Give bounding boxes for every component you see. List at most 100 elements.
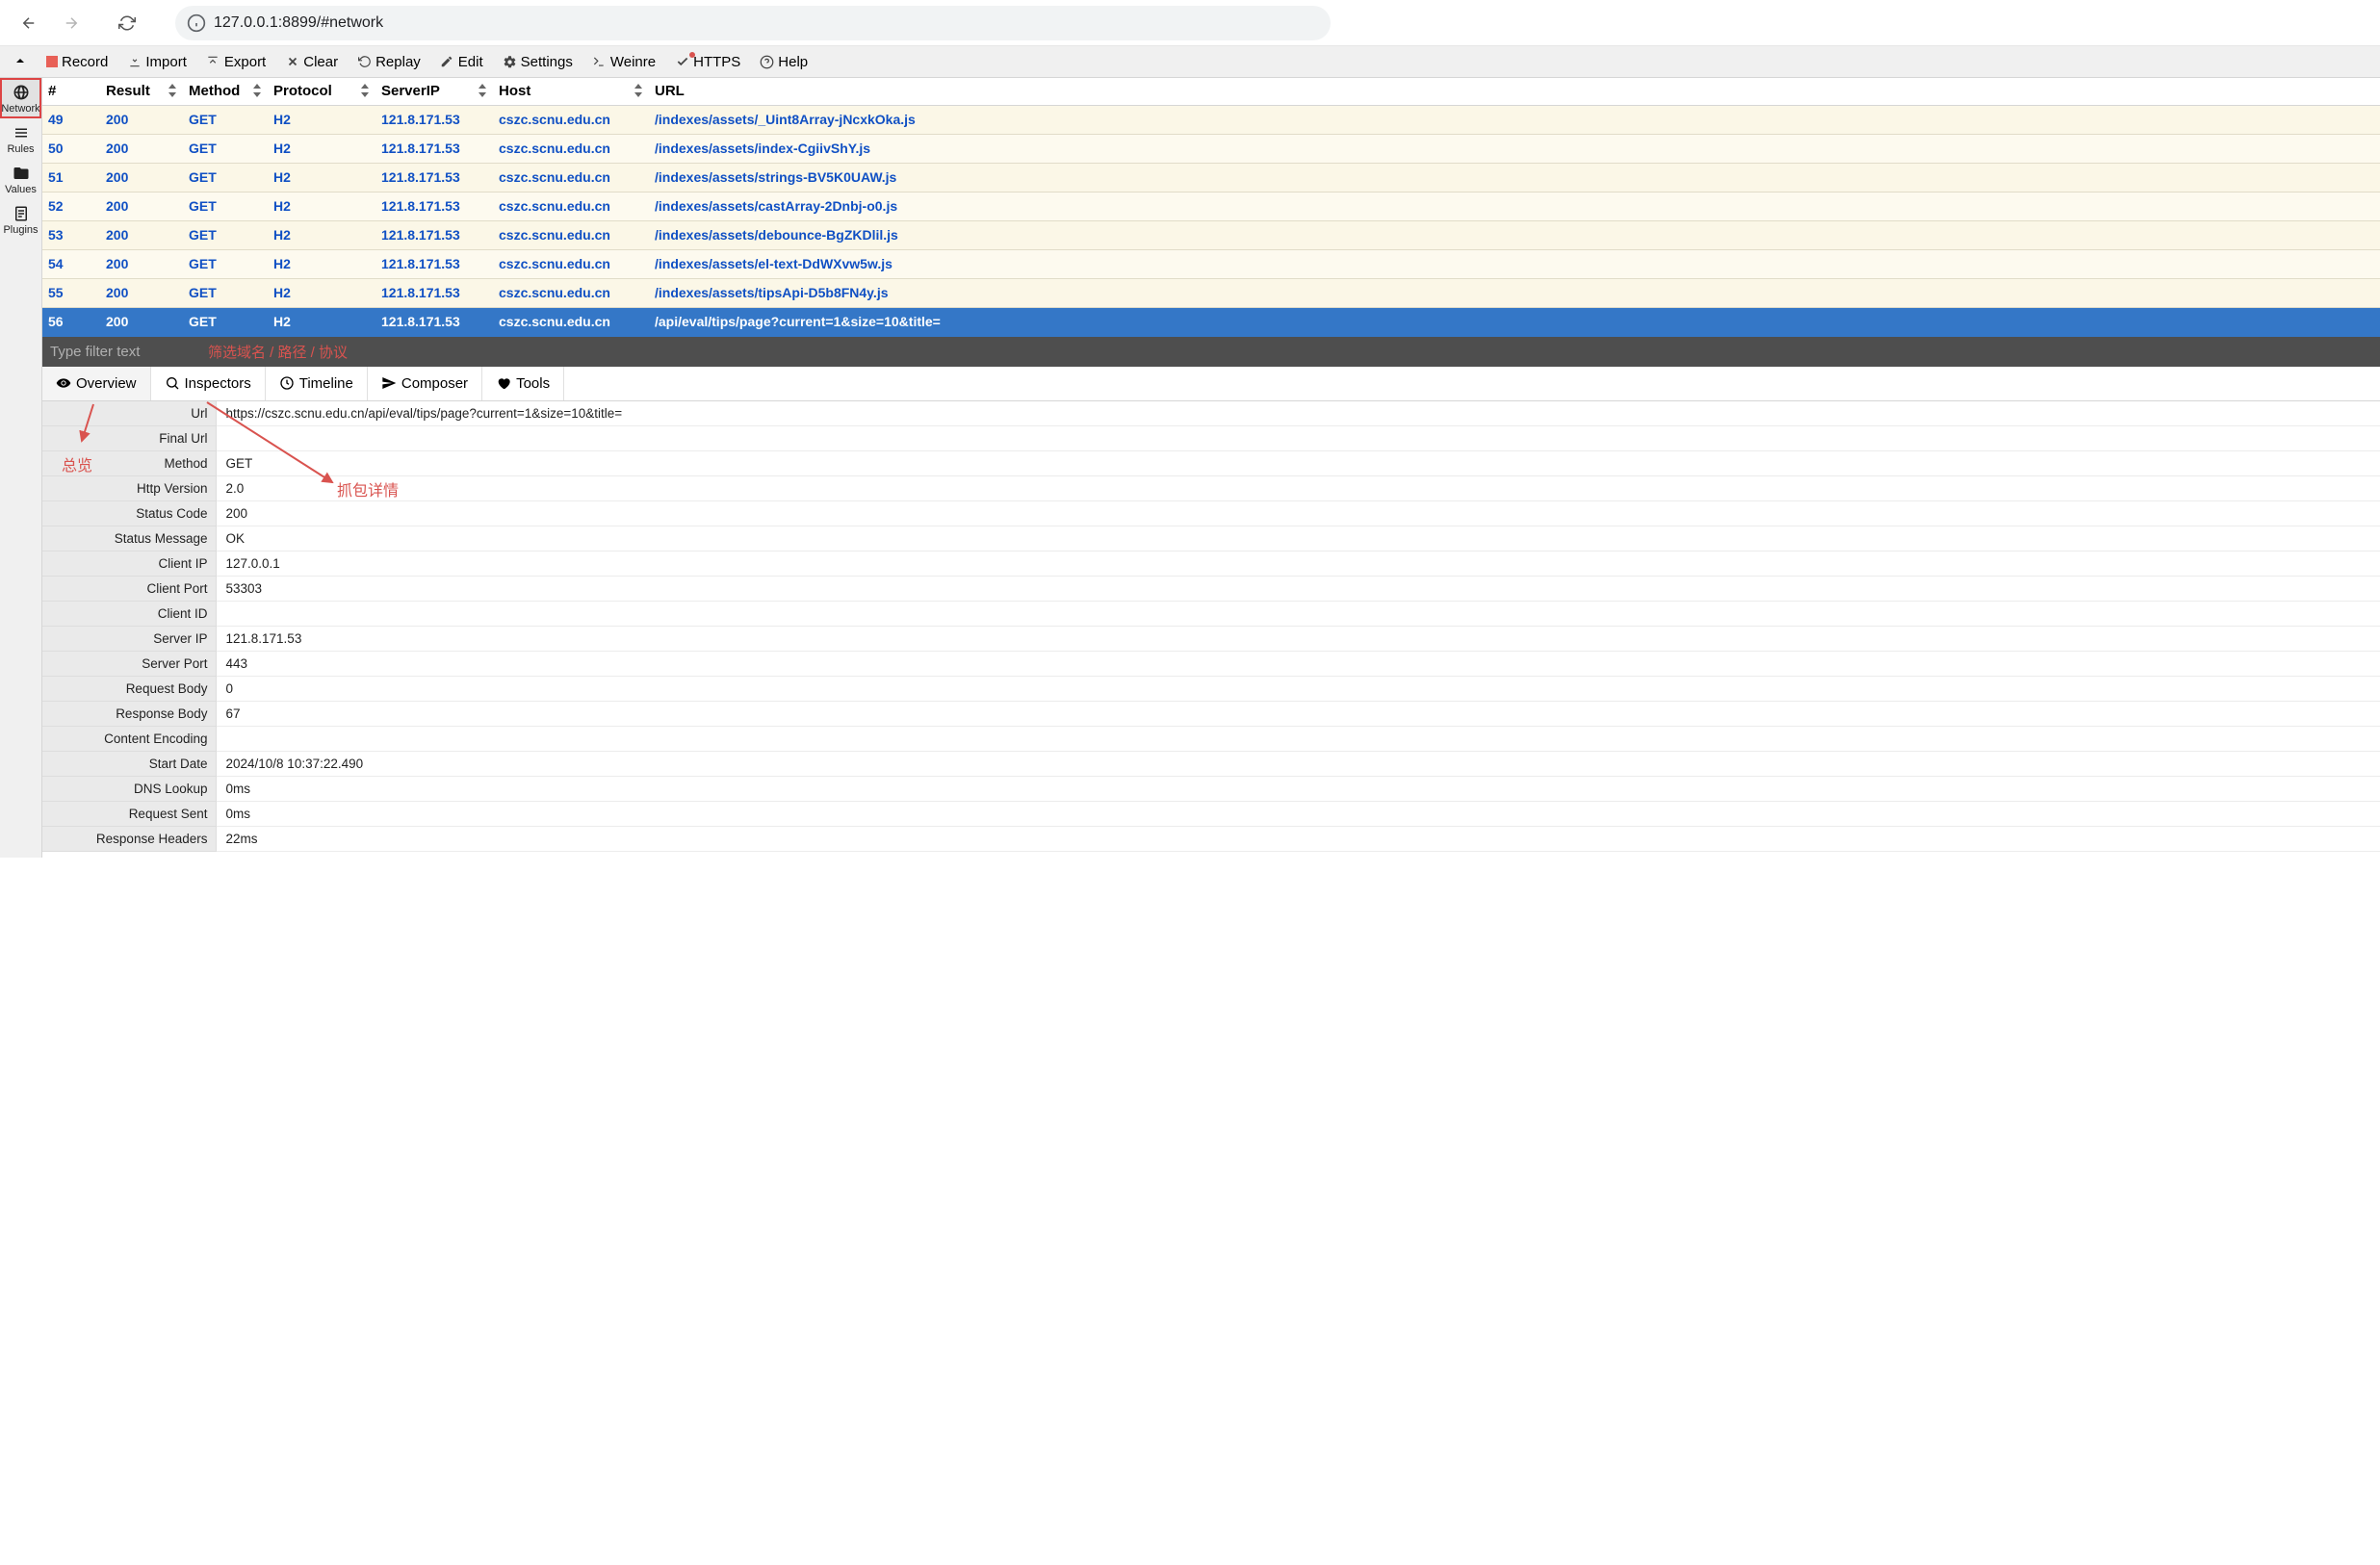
cell-method: GET [183,307,268,336]
cell-url: /indexes/assets/index-CgiivShY.js [649,134,2380,163]
filter-input[interactable] [50,344,185,360]
address-url: 127.0.0.1:8899/#network [214,14,383,32]
overview-row: Request Sent0ms [42,802,2380,827]
overview-row: DNS Lookup0ms [42,777,2380,802]
table-row[interactable]: 52200GETH2121.8.171.53cszc.scnu.edu.cn/i… [42,192,2380,220]
sidebar-item-network[interactable]: Network [0,78,41,118]
address-bar[interactable]: 127.0.0.1:8899/#network [175,6,1331,40]
overview-row: Response Body67 [42,702,2380,727]
settings-button[interactable]: Settings [493,46,582,77]
cell-protocol: H2 [268,163,375,192]
cell-method: GET [183,220,268,249]
clear-icon [285,55,299,69]
overview-value: GET [216,451,2380,476]
tab-composer[interactable]: Composer [368,367,482,400]
forward-button[interactable] [54,6,89,40]
tab-overview[interactable]: Overview [42,367,151,400]
col-method[interactable]: Method [183,78,268,105]
table-row[interactable]: 53200GETH2121.8.171.53cszc.scnu.edu.cn/i… [42,220,2380,249]
browser-chrome: 127.0.0.1:8899/#network [0,0,2380,46]
overview-value [216,426,2380,451]
overview-label: Server IP [42,627,216,652]
replay-label: Replay [375,54,421,70]
import-icon [127,55,142,69]
network-table: # Result Method Protocol ServerIP Host U… [42,78,2380,337]
overview-value: 0 [216,677,2380,702]
cell-method: GET [183,249,268,278]
record-button[interactable]: Record [37,46,117,77]
col-protocol[interactable]: Protocol [268,78,375,105]
tab-inspectors[interactable]: Inspectors [151,367,266,400]
overview-value: 22ms [216,827,2380,852]
edit-button[interactable]: Edit [430,46,493,77]
cell-serverip: 121.8.171.53 [375,163,493,192]
sidebar-label: Values [5,184,37,195]
overview-label: Response Headers [42,827,216,852]
overview-label: Request Body [42,677,216,702]
reload-button[interactable] [110,6,144,40]
col-result[interactable]: Result [100,78,183,105]
help-label: Help [778,54,808,70]
settings-label: Settings [521,54,573,70]
cell-method: GET [183,192,268,220]
sidebar-item-rules[interactable]: Rules [0,118,41,159]
import-button[interactable]: Import [117,46,196,77]
export-button[interactable]: Export [196,46,275,77]
col-num[interactable]: # [42,78,100,105]
cell-method: GET [183,163,268,192]
sidebar-item-plugins[interactable]: Plugins [0,199,41,240]
cell-serverip: 121.8.171.53 [375,249,493,278]
overview-label: Http Version [42,476,216,501]
cell-num: 50 [42,134,100,163]
cell-result: 200 [100,134,183,163]
table-row[interactable]: 56200GETH2121.8.171.53cszc.scnu.edu.cn/a… [42,307,2380,336]
overview-label: Client IP [42,552,216,577]
detail-tabs: Overview Inspectors Timeline Composer To… [42,367,2380,401]
cell-num: 51 [42,163,100,192]
overview-value: 443 [216,652,2380,677]
sidebar-item-values[interactable]: Values [0,159,41,199]
sort-icon [478,84,487,97]
overview-value [216,727,2380,752]
cell-result: 200 [100,105,183,134]
cell-host: cszc.scnu.edu.cn [493,307,649,336]
col-host[interactable]: Host [493,78,649,105]
sidebar-label: Rules [7,143,34,155]
sort-icon [360,84,370,97]
cell-result: 200 [100,163,183,192]
table-row[interactable]: 49200GETH2121.8.171.53cszc.scnu.edu.cn/i… [42,105,2380,134]
col-serverip[interactable]: ServerIP [375,78,493,105]
table-row[interactable]: 50200GETH2121.8.171.53cszc.scnu.edu.cn/i… [42,134,2380,163]
help-button[interactable]: Help [750,46,817,77]
cell-result: 200 [100,307,183,336]
table-row[interactable]: 54200GETH2121.8.171.53cszc.scnu.edu.cn/i… [42,249,2380,278]
replay-icon [357,55,372,69]
tab-timeline[interactable]: Timeline [266,367,368,400]
weinre-button[interactable]: Weinre [582,46,665,77]
edit-icon [440,55,454,69]
app-toolbar: Record Import Export Clear Replay Edit S… [0,46,2380,78]
table-row[interactable]: 55200GETH2121.8.171.53cszc.scnu.edu.cn/i… [42,278,2380,307]
cell-url: /indexes/assets/castArray-2Dnbj-o0.js [649,192,2380,220]
replay-button[interactable]: Replay [348,46,430,77]
edit-label: Edit [458,54,483,70]
tab-tools[interactable]: Tools [482,367,564,400]
overview-row: Content Encoding [42,727,2380,752]
info-icon [187,13,206,33]
cell-method: GET [183,134,268,163]
back-button[interactable] [12,6,46,40]
cell-host: cszc.scnu.edu.cn [493,220,649,249]
overview-label: Response Body [42,702,216,727]
overview-label: Content Encoding [42,727,216,752]
https-button[interactable]: HTTPS [665,46,750,77]
document-icon [13,205,30,222]
cell-url: /indexes/assets/_Uint8Array-jNcxkOka.js [649,105,2380,134]
overview-value: 200 [216,501,2380,526]
col-url[interactable]: URL [649,78,2380,105]
clear-button[interactable]: Clear [275,46,348,77]
cell-serverip: 121.8.171.53 [375,220,493,249]
overview-label: Client Port [42,577,216,602]
search-icon [165,375,180,391]
table-row[interactable]: 51200GETH2121.8.171.53cszc.scnu.edu.cn/i… [42,163,2380,192]
toolbar-collapse-button[interactable] [4,54,37,70]
